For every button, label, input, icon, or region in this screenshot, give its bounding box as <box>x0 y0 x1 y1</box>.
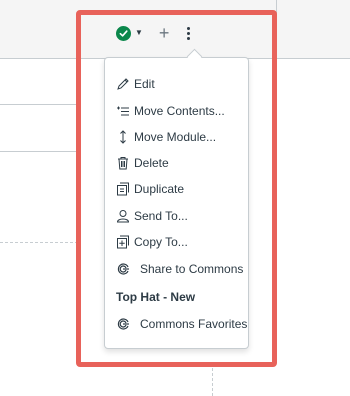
row-divider <box>0 151 78 152</box>
drop-zone-border <box>212 368 213 396</box>
drop-zone-border <box>0 242 78 243</box>
row-divider <box>0 104 78 105</box>
highlight-box <box>76 10 277 367</box>
